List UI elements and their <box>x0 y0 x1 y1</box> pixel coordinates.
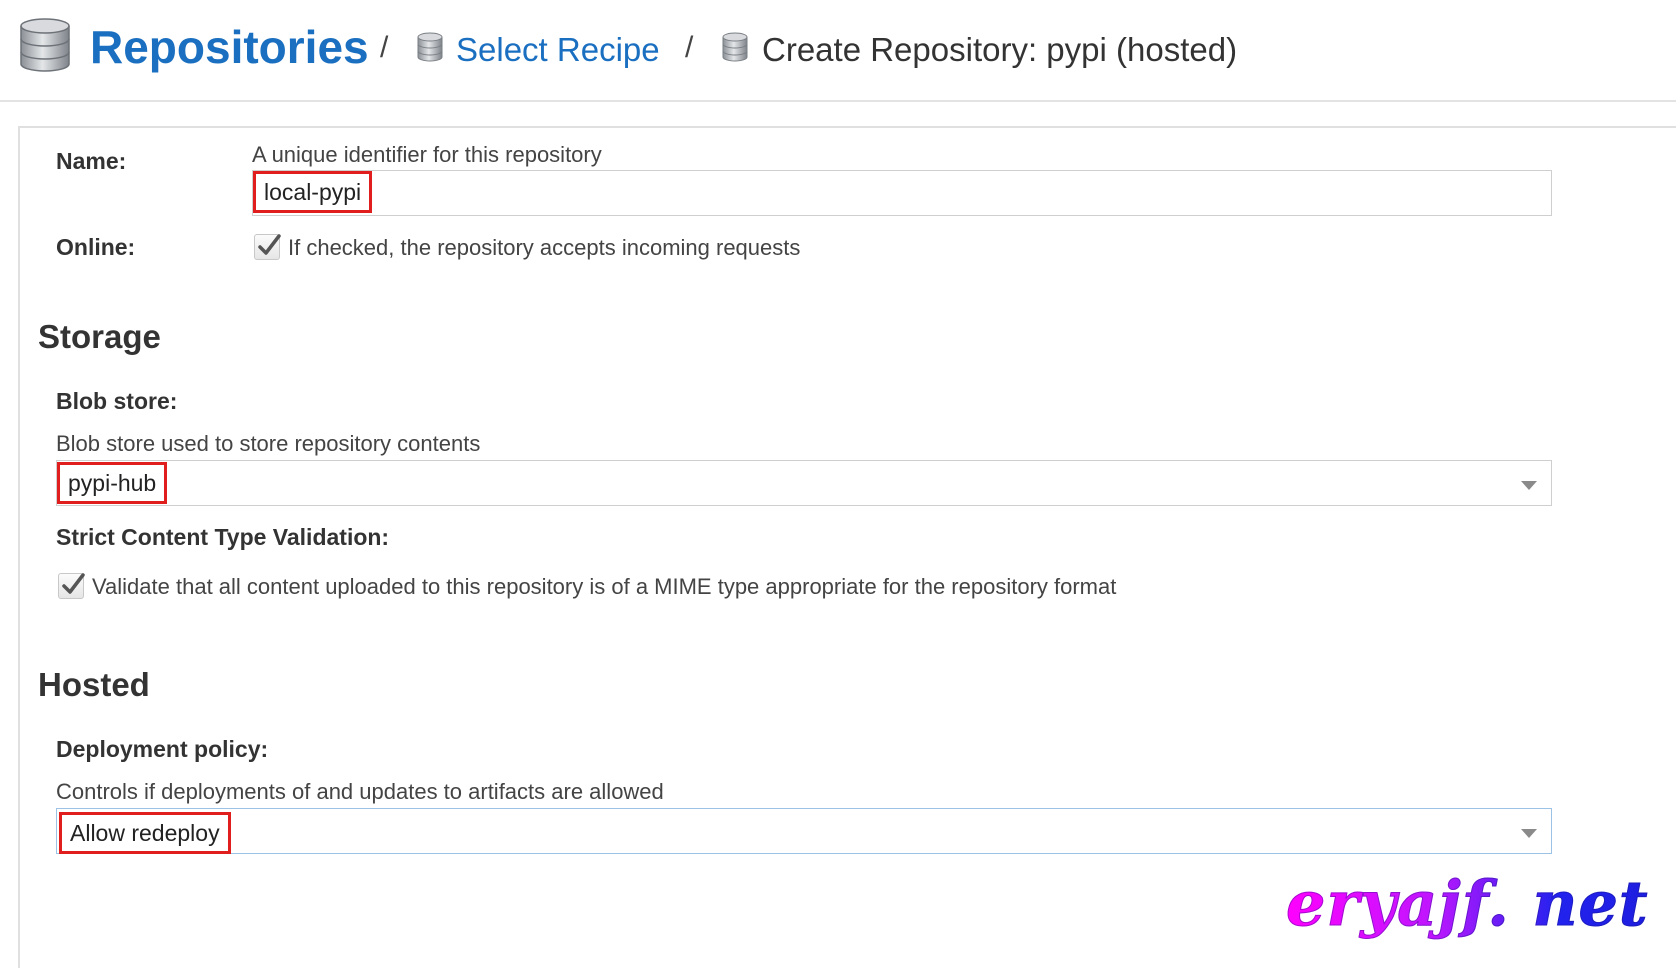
create-repository-form: Name: A unique identifier for this repos… <box>18 126 1676 968</box>
caret-down-icon[interactable] <box>1521 478 1537 496</box>
breadcrumb-bar: Repositories / Select Recipe / Create Re… <box>0 0 1676 102</box>
check-icon <box>258 234 281 255</box>
deployment-policy-selected-value: Allow redeploy <box>59 812 231 854</box>
blob-store-selected-value: pypi-hub <box>57 462 168 504</box>
breadcrumb-current-page: Create Repository: pypi (hosted) <box>762 31 1238 68</box>
watermark: eryajf. net <box>1286 866 1649 942</box>
name-input-value: local-pypi <box>253 171 373 213</box>
database-icon <box>721 32 749 67</box>
caret-down-icon[interactable] <box>1521 826 1537 844</box>
name-input[interactable]: local-pypi <box>252 170 1552 216</box>
blob-store-help-text: Blob store used to store repository cont… <box>56 431 481 456</box>
strict-validation-description: Validate that all content uploaded to th… <box>92 574 1117 599</box>
breadcrumb-separator: / <box>685 31 694 64</box>
check-icon <box>62 573 85 594</box>
online-description: If checked, the repository accepts incom… <box>288 235 801 260</box>
deployment-policy-help-text: Controls if deployments of and updates t… <box>56 779 664 804</box>
strict-validation-label: Strict Content Type Validation: <box>56 524 390 550</box>
storage-section-heading: Storage <box>38 318 161 355</box>
database-icon <box>18 16 72 79</box>
hosted-section-heading: Hosted <box>38 666 150 703</box>
deployment-policy-select[interactable]: Allow redeploy <box>56 808 1552 854</box>
watermark-text: eryajf. net <box>1286 867 1649 941</box>
breadcrumb-select-recipe-link[interactable]: Select Recipe <box>456 28 660 72</box>
database-icon <box>416 32 444 67</box>
breadcrumb-repositories-link[interactable]: Repositories <box>90 18 369 76</box>
blob-store-select[interactable]: pypi-hub <box>56 460 1552 506</box>
deployment-policy-label: Deployment policy: <box>56 736 269 762</box>
online-label: Online: <box>56 234 136 260</box>
strict-validation-checkbox[interactable] <box>58 573 85 599</box>
name-help-text: A unique identifier for this repository <box>252 142 602 167</box>
breadcrumb-separator: / <box>380 31 389 64</box>
name-label: Name: <box>56 148 127 174</box>
online-checkbox[interactable] <box>254 234 281 260</box>
blob-store-label: Blob store: <box>56 388 178 414</box>
